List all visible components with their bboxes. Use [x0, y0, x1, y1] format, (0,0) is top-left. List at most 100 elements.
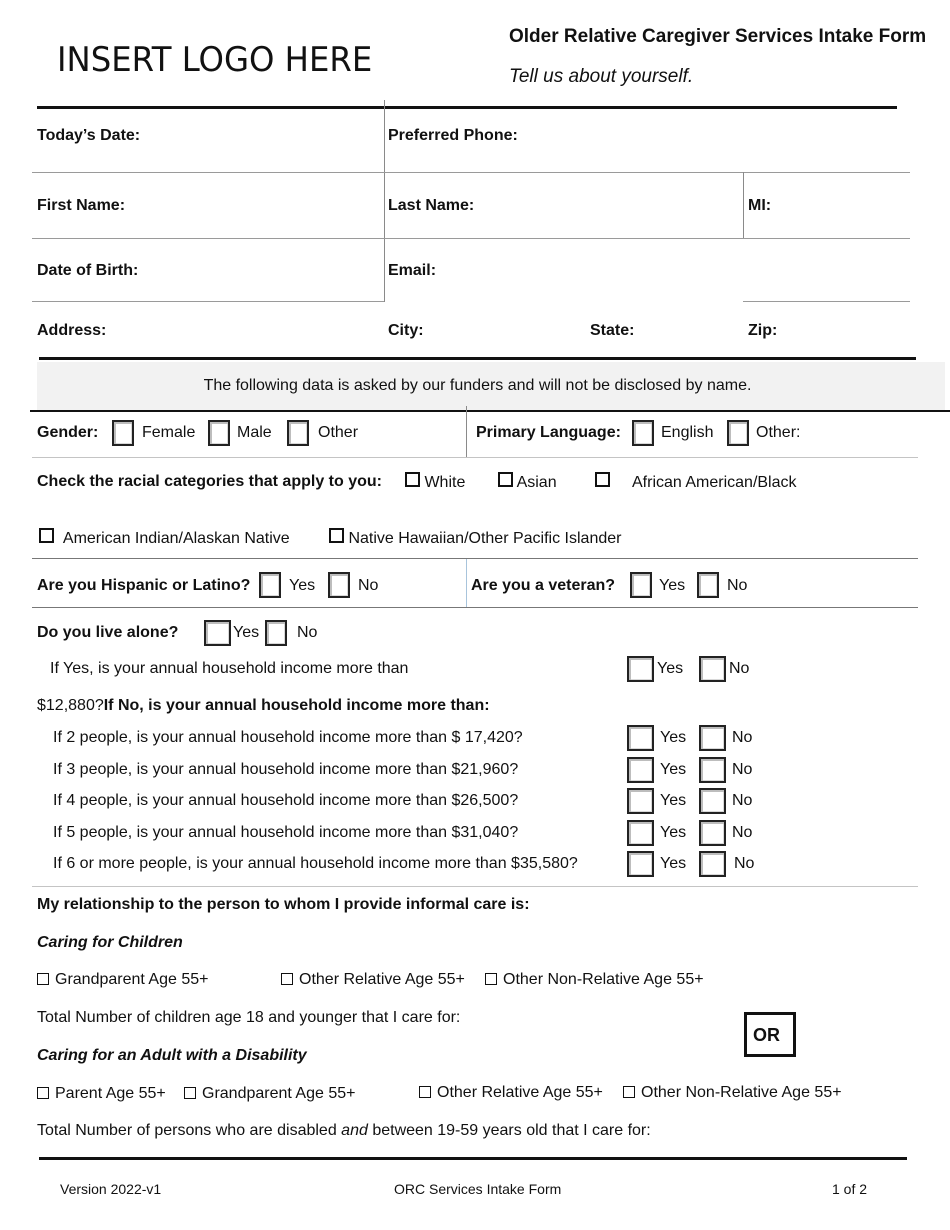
checkbox-icon[interactable]: [37, 973, 49, 985]
income-6-yes-checkbox[interactable]: [627, 851, 654, 877]
adult-other-relative-label: Other Relative Age 55+: [437, 1084, 603, 1101]
zip-field[interactable]: Zip:: [748, 322, 777, 340]
income-6-yes-label: Yes: [660, 855, 687, 872]
income-4-yes-checkbox[interactable]: [627, 788, 654, 814]
live-alone-yes-label: Yes: [233, 624, 260, 641]
gender-female-label: Female: [142, 424, 196, 441]
income-question-2: If 2 people, is your annual household in…: [53, 729, 523, 746]
divider: [32, 238, 910, 239]
adult-option-other-non-relative[interactable]: Other Non-Relative Age 55+: [623, 1084, 842, 1102]
divider: [32, 301, 384, 302]
gender-female-checkbox[interactable]: [112, 420, 134, 446]
gender-other-checkbox[interactable]: [287, 420, 309, 446]
veteran-no-checkbox[interactable]: [697, 572, 719, 598]
income-5-yes-label: Yes: [660, 824, 687, 841]
checkbox-icon[interactable]: [405, 472, 420, 487]
adult-parent-label: Parent Age 55+: [55, 1085, 166, 1102]
income-2-yes-checkbox[interactable]: [627, 725, 654, 751]
divider: [32, 457, 918, 458]
state-field[interactable]: State:: [590, 322, 634, 340]
adult-option-other-relative[interactable]: Other Relative Age 55+: [419, 1084, 603, 1102]
hispanic-no-label: No: [358, 577, 379, 594]
income-3-yes-checkbox[interactable]: [627, 757, 654, 783]
race-african-american-label: African American/Black: [632, 474, 797, 491]
city-field[interactable]: City:: [388, 322, 424, 340]
live-alone-yes-checkbox[interactable]: [204, 620, 231, 646]
preferred-phone-field[interactable]: Preferred Phone:: [388, 127, 518, 145]
income-3-no-checkbox[interactable]: [699, 757, 726, 783]
divider: [743, 172, 744, 238]
veteran-yes-label: Yes: [659, 577, 686, 594]
caring-for-adult-heading: Caring for an Adult with a Disability: [37, 1047, 307, 1064]
address-field[interactable]: Address:: [37, 322, 106, 340]
veteran-no-label: No: [727, 577, 748, 594]
live-alone-no-checkbox[interactable]: [265, 620, 287, 646]
race-option-african-american[interactable]: African American/Black: [595, 472, 797, 492]
race-white-label: White: [424, 474, 466, 491]
footer-form-name: ORC Services Intake Form: [394, 1181, 562, 1197]
or-label: OR: [753, 1025, 780, 1045]
checkbox-icon[interactable]: [37, 1087, 49, 1099]
divider: [32, 886, 918, 887]
race-option-asian[interactable]: Asian: [498, 472, 557, 492]
race-option-native-hawaiian[interactable]: Native Hawaiian/Other Pacific Islander: [329, 528, 621, 548]
children-option-grandparent[interactable]: Grandparent Age 55+: [37, 971, 208, 989]
checkbox-icon[interactable]: [623, 1086, 635, 1098]
race-option-american-indian[interactable]: American Indian/Alaskan Native: [39, 528, 290, 548]
divider: [32, 607, 918, 608]
children-total-field[interactable]: Total Number of children age 18 and youn…: [37, 1009, 460, 1027]
checkbox-icon[interactable]: [184, 1087, 196, 1099]
gender-male-checkbox[interactable]: [208, 420, 230, 446]
language-english-checkbox[interactable]: [632, 420, 654, 446]
income-5-yes-checkbox[interactable]: [627, 820, 654, 846]
hispanic-no-checkbox[interactable]: [328, 572, 350, 598]
race-option-white[interactable]: White: [405, 472, 465, 492]
divider: [39, 357, 916, 360]
divider: [466, 406, 467, 458]
adult-option-grandparent[interactable]: Grandparent Age 55+: [184, 1085, 355, 1103]
todays-date-field[interactable]: Today’s Date:: [37, 127, 140, 145]
adult-other-non-relative-label: Other Non-Relative Age 55+: [641, 1084, 842, 1101]
first-name-field[interactable]: First Name:: [37, 197, 125, 215]
race-asian-label: Asian: [516, 474, 557, 491]
income-4-no-checkbox[interactable]: [699, 788, 726, 814]
language-other-checkbox[interactable]: [727, 420, 749, 446]
if-yes-income-no-checkbox[interactable]: [699, 656, 726, 682]
children-option-other-non-relative[interactable]: Other Non-Relative Age 55+: [485, 971, 704, 989]
income-5-no-checkbox[interactable]: [699, 820, 726, 846]
checkbox-icon[interactable]: [281, 973, 293, 985]
last-name-field[interactable]: Last Name:: [388, 197, 474, 215]
income-question-6: If 6 or more people, is your annual hous…: [53, 855, 578, 872]
adult-total-text: Total Number of persons who are disabled: [37, 1122, 342, 1139]
divider: [32, 172, 910, 173]
income-6-no-label: No: [734, 855, 755, 872]
logo-placeholder: INSERT LOGO HERE: [57, 40, 373, 80]
mi-field[interactable]: MI:: [748, 197, 771, 215]
checkbox-icon[interactable]: [595, 472, 610, 487]
divider: [743, 301, 910, 302]
adult-total-emphasis: and: [341, 1122, 368, 1139]
adult-total-field[interactable]: Total Number of persons who are disabled…: [37, 1122, 651, 1140]
income-4-no-label: No: [732, 792, 753, 809]
gender-label: Gender:: [37, 424, 99, 441]
checkbox-icon[interactable]: [39, 528, 54, 543]
divider: [37, 106, 897, 109]
if-no-income-label: If No, is your annual household income m…: [103, 697, 490, 714]
children-option-other-relative[interactable]: Other Relative Age 55+: [281, 971, 465, 989]
income-2-no-checkbox[interactable]: [699, 725, 726, 751]
veteran-yes-checkbox[interactable]: [630, 572, 652, 598]
checkbox-icon[interactable]: [329, 528, 344, 543]
checkbox-icon[interactable]: [498, 472, 513, 487]
checkbox-icon[interactable]: [419, 1086, 431, 1098]
email-field[interactable]: Email:: [388, 262, 436, 280]
adult-option-parent[interactable]: Parent Age 55+: [37, 1085, 166, 1103]
date-of-birth-field[interactable]: Date of Birth:: [37, 262, 138, 280]
if-yes-income-yes-checkbox[interactable]: [627, 656, 654, 682]
language-other-label: Other:: [756, 424, 801, 441]
relationship-heading: My relationship to the person to whom I …: [37, 896, 530, 913]
hispanic-yes-checkbox[interactable]: [259, 572, 281, 598]
income-2-no-label: No: [732, 729, 753, 746]
if-yes-income-no-label: No: [729, 660, 750, 677]
income-6-no-checkbox[interactable]: [699, 851, 726, 877]
checkbox-icon[interactable]: [485, 973, 497, 985]
